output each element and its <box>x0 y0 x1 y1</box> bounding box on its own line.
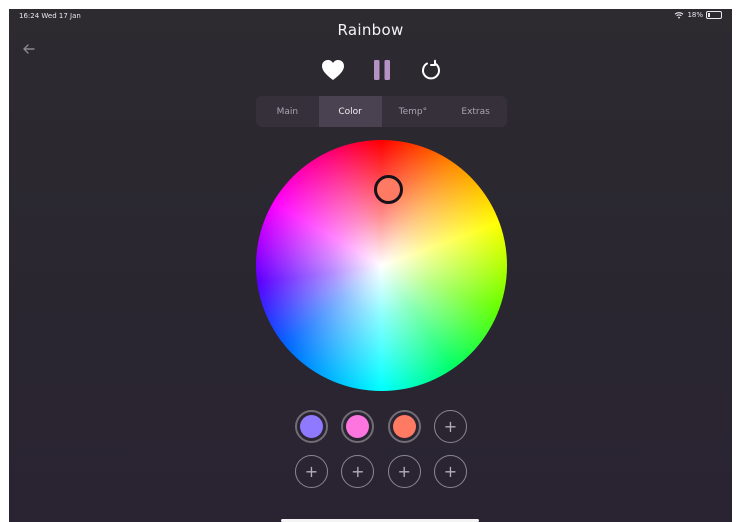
plus-icon: + <box>304 462 319 481</box>
add-color-button[interactable]: + <box>433 410 467 443</box>
tab-color[interactable]: Color <box>318 96 382 127</box>
app-screen: 16:24 Wed 17 Jan 18% Rainbow Main Color <box>9 9 732 522</box>
mode-tabs: Main Color Temp° Extras <box>256 96 507 127</box>
empty-colors-row: + + + + <box>295 455 467 488</box>
battery-fill <box>708 13 710 17</box>
add-color-button[interactable]: + <box>295 455 328 488</box>
saved-color-swatch-1[interactable] <box>295 410 328 443</box>
add-color-button[interactable]: + <box>387 455 421 488</box>
plus-icon: + <box>443 417 458 436</box>
battery-icon <box>706 11 722 19</box>
pause-icon[interactable] <box>373 59 391 81</box>
saved-color-swatch-3[interactable] <box>387 410 421 443</box>
tab-main[interactable]: Main <box>256 96 319 127</box>
swatch-fill-3 <box>392 415 416 438</box>
plus-icon: + <box>351 462 365 481</box>
swatch-fill-2 <box>346 415 370 438</box>
add-color-button[interactable]: + <box>433 455 467 488</box>
battery-percentage: 18% <box>687 11 703 19</box>
swatch-fill-1 <box>300 415 323 438</box>
page-title: Rainbow <box>337 21 404 39</box>
add-color-button[interactable]: + <box>341 455 375 488</box>
saved-color-swatch-2[interactable] <box>341 410 375 443</box>
status-right: 18% <box>674 11 722 19</box>
tab-temperature[interactable]: Temp° <box>382 96 445 127</box>
color-picker-handle[interactable] <box>374 175 403 204</box>
plus-icon: + <box>443 462 458 481</box>
saved-colors-row: + <box>295 410 467 443</box>
refresh-icon[interactable] <box>420 59 442 81</box>
plus-icon: + <box>397 462 411 481</box>
playback-controls <box>316 56 446 84</box>
wifi-icon <box>675 12 684 19</box>
tab-extras[interactable]: Extras <box>444 96 507 127</box>
heart-icon[interactable] <box>321 59 345 81</box>
status-time-date: 16:24 Wed 17 Jan <box>19 12 81 20</box>
back-arrow-icon[interactable] <box>21 42 37 56</box>
